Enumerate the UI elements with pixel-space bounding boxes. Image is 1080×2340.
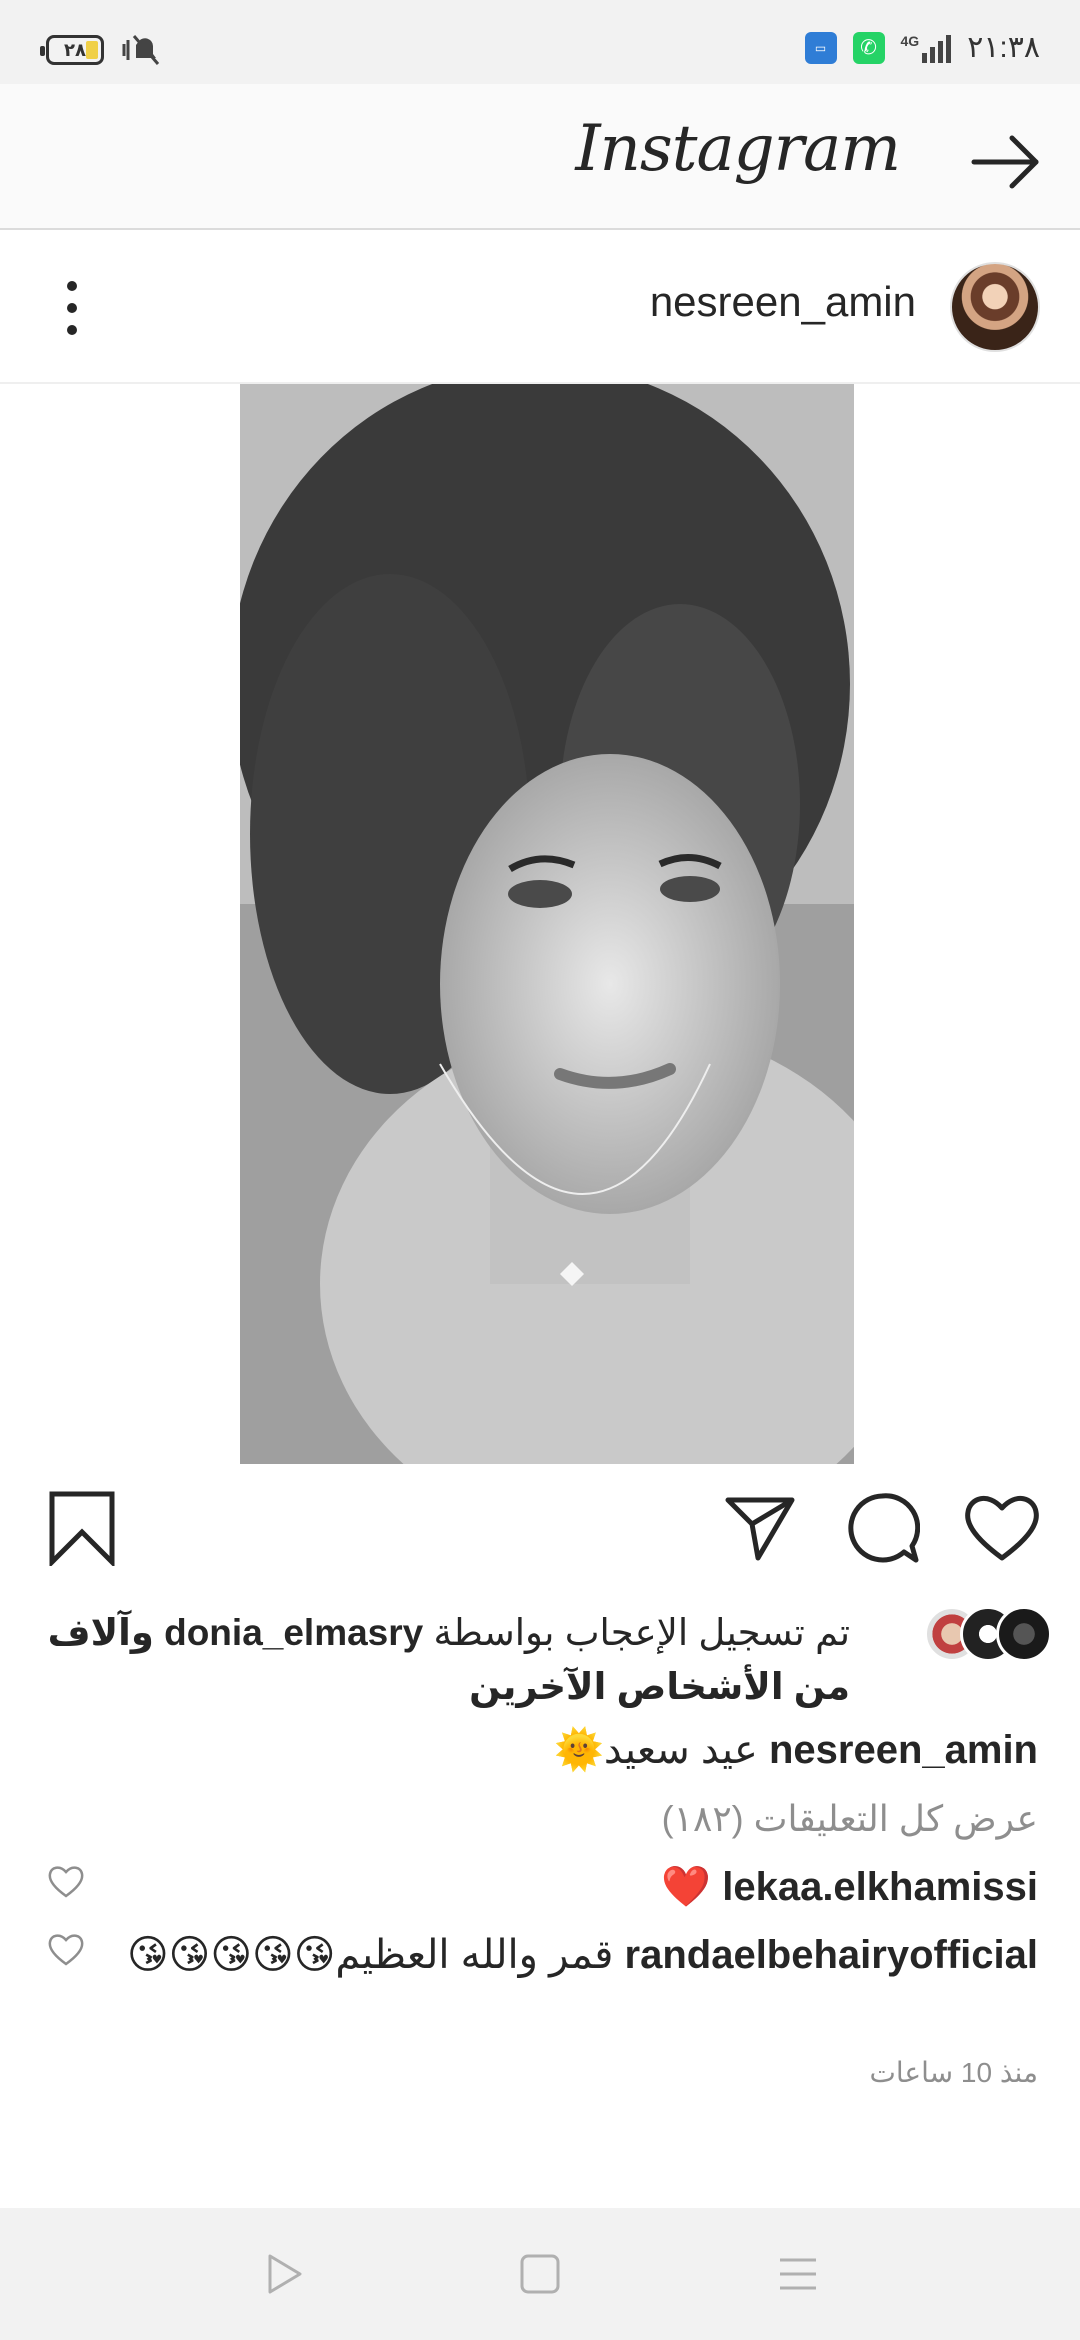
status-right: ▭ ✆ 4G ٢١:٣٨ [804,30,1040,65]
comment-like-heart-icon[interactable] [48,1864,84,1900]
likes-others[interactable]: من الأشخاص الآخرين [469,1666,850,1707]
more-vertical-icon[interactable] [58,278,86,338]
likes-suffix: وآلاف [47,1612,154,1653]
heart-icon[interactable] [964,1490,1040,1566]
app-header: Instagram [0,84,1080,230]
instagram-logo: Instagram [575,112,901,186]
status-bar: ٢٨ ▭ ✆ 4G ٢١:٣٨ [0,0,1080,84]
comment-item: lekaa.elkhamissi ❤️ [78,1858,1038,1916]
caption-text: عيد سعيد🌞 [554,1728,758,1772]
arrow-right-icon[interactable] [968,124,1044,200]
battery-level: ٢٨ [64,39,86,60]
likes-prefix: تم تسجيل الإعجاب بواسطة [433,1612,850,1653]
network-type: 4G [900,32,920,49]
battery-icon: ٢٨ [40,35,104,65]
post-caption: nesreen_amin عيد سعيد🌞 [554,1722,1038,1778]
photo-image [240,384,854,1464]
view-all-comments-link[interactable]: عرض كل التعليقات (١٨٢) [662,1798,1038,1840]
comment-text: ❤️ [661,1865,712,1909]
post-photo[interactable] [240,384,854,1464]
post-username[interactable]: nesreen_amin [650,278,916,326]
menu-lines-icon[interactable] [776,2252,820,2296]
likes-text: تم تسجيل الإعجاب بواسطة donia_elmasry وآ… [20,1606,850,1714]
clock: ٢١:٣٨ [967,31,1040,64]
likes-row[interactable]: تم تسجيل الإعجاب بواسطة donia_elmasry وآ… [0,1598,1080,1718]
liker-avatars [924,1606,1052,1662]
share-icon[interactable] [722,1490,798,1566]
whatsapp-icon: ✆ [852,31,885,64]
caption-username[interactable]: nesreen_amin [769,1728,1038,1772]
silent-icon [122,35,160,65]
post-actions [0,1490,1080,1576]
status-left: ٢٨ [40,30,166,70]
liker-username[interactable]: donia_elmasry [164,1612,423,1653]
comment-item: randaelbehairyofficial قمر والله العظيم😘… [78,1926,1038,1984]
comment-username[interactable]: randaelbehairyofficial [625,1933,1038,1977]
comment-text: قمر والله العظيم😘😘😘😘😘 [126,1933,614,1977]
home-square-icon[interactable] [518,2252,562,2296]
bookmark-icon[interactable] [44,1490,120,1566]
avatar[interactable] [950,262,1040,352]
app-icon: ▭ [804,31,837,64]
back-triangle-icon[interactable] [262,2252,306,2296]
avatar [996,1606,1052,1662]
comment-icon[interactable] [844,1490,920,1566]
comment-username[interactable]: lekaa.elkhamissi [722,1865,1038,1909]
signal-icon: 4G [901,33,952,63]
system-nav-bar [0,2208,1080,2340]
post-header: nesreen_amin [0,232,1080,384]
post-timestamp: منذ 10 ساعات [869,2057,1038,2088]
comment-like-heart-icon[interactable] [48,1932,84,1968]
